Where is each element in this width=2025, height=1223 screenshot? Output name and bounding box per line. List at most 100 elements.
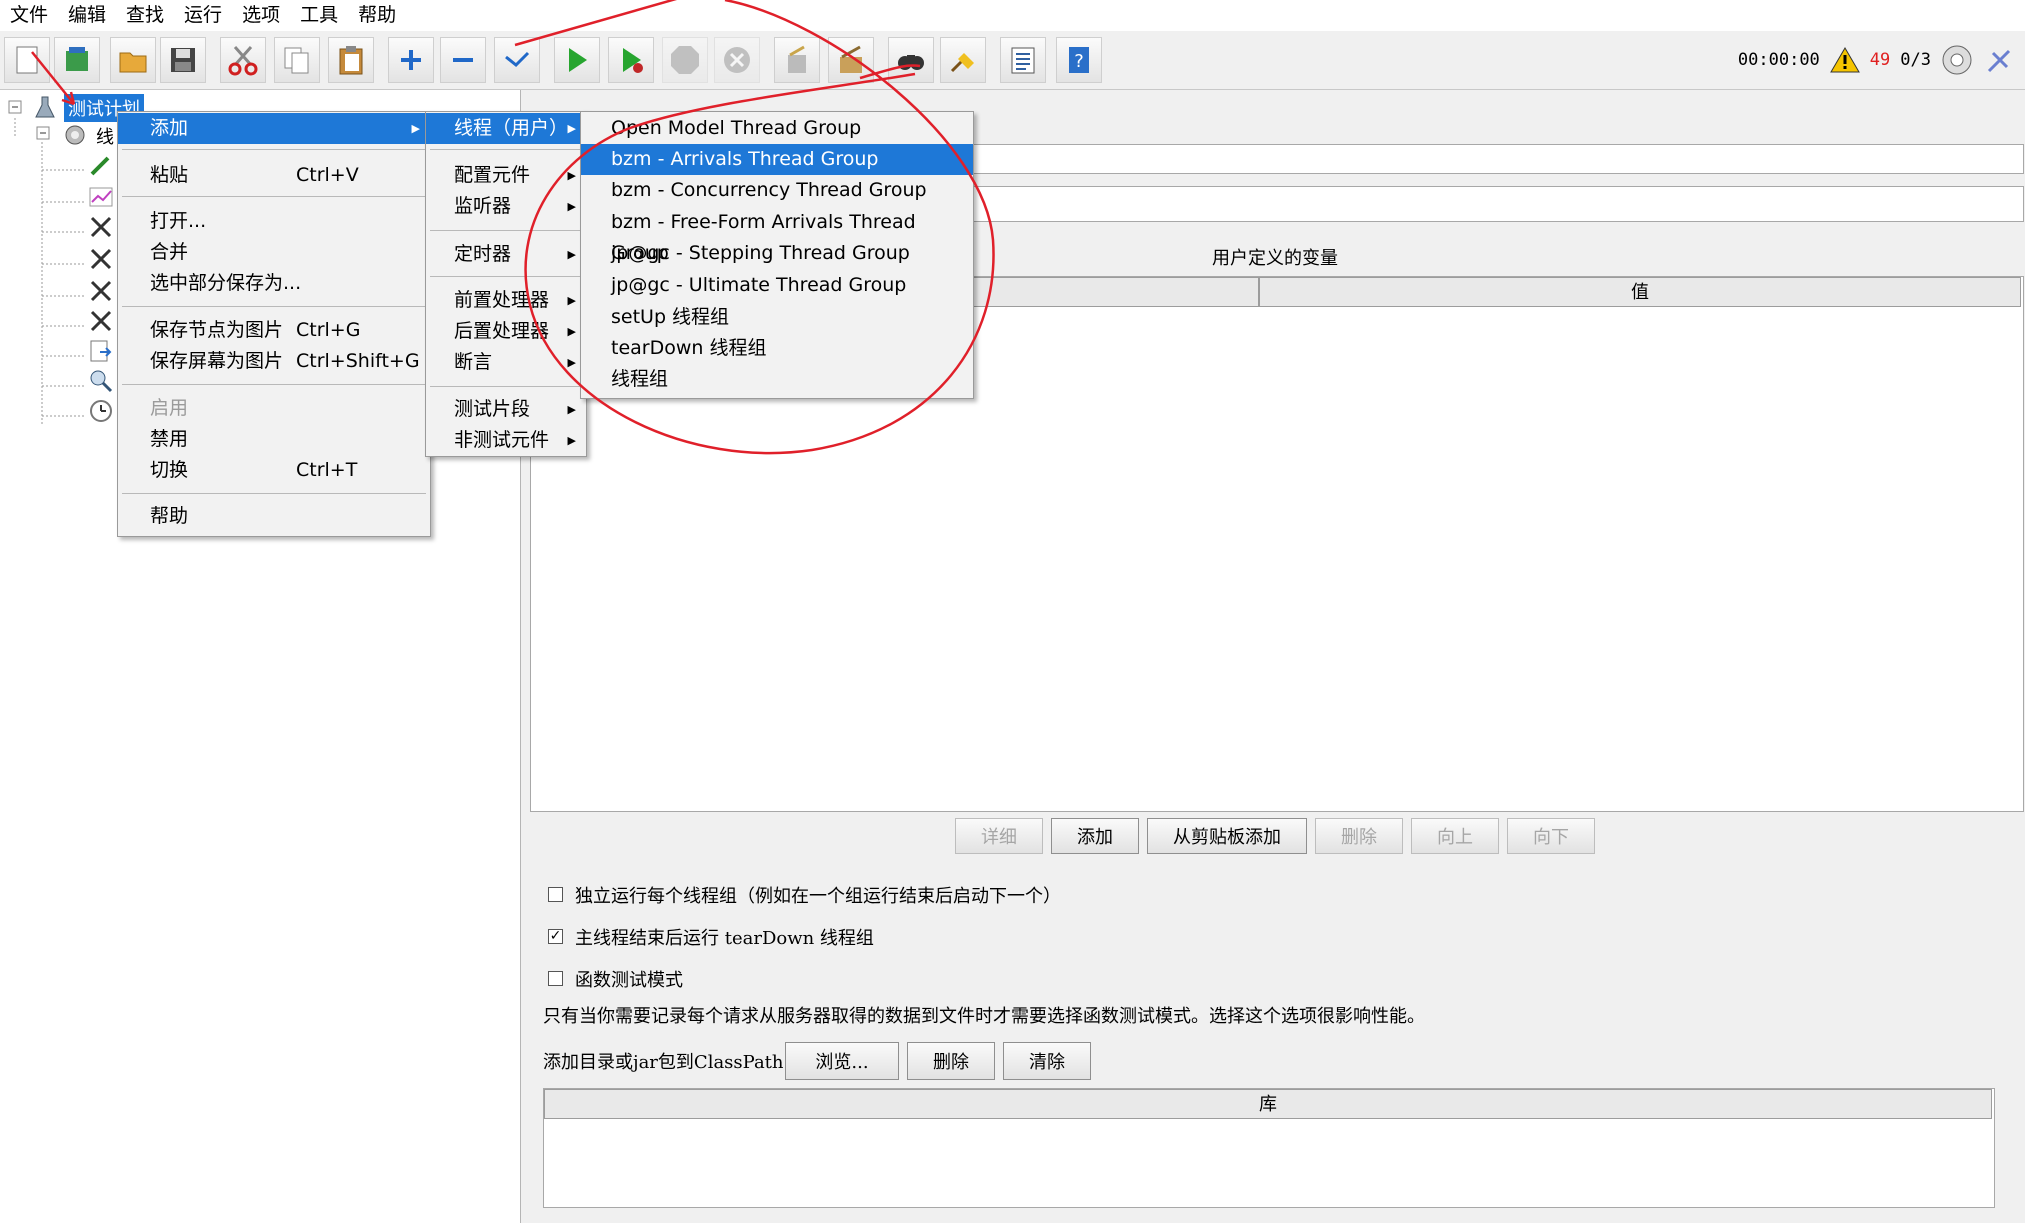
- thread-open-model[interactable]: Open Model Thread Group: [581, 113, 973, 144]
- copy-button[interactable]: [274, 37, 320, 83]
- warning-icon[interactable]: [1829, 46, 1860, 74]
- toggle-button[interactable]: [494, 37, 540, 83]
- submenu-non-test-elements[interactable]: 非测试元件 ▶: [426, 425, 586, 456]
- library-table[interactable]: 库: [543, 1088, 1995, 1208]
- menu-item-label: 定时器: [454, 243, 512, 265]
- move-down-button[interactable]: 向下: [1507, 818, 1595, 854]
- teardown-on-shutdown-checkbox[interactable]: ✓: [548, 929, 563, 944]
- submenu-arrow-icon: ▶: [567, 122, 576, 135]
- menu-options[interactable]: 选项: [232, 0, 290, 31]
- context-menu-merge[interactable]: 合并: [118, 237, 430, 268]
- remote-status-icon[interactable]: [1941, 44, 1973, 76]
- thread-bzm-free-form[interactable]: bzm - Free-Form Arrivals Thread Group: [581, 207, 973, 264]
- menu-item-label: 前置处理器: [454, 289, 550, 311]
- thread-bzm-concurrency[interactable]: bzm - Concurrency Thread Group: [581, 175, 973, 206]
- menu-item-label: 粘贴: [150, 164, 189, 186]
- open-button[interactable]: [110, 37, 156, 83]
- menu-item-label: 合并: [150, 241, 189, 263]
- remove-classpath-button[interactable]: 删除: [907, 1042, 995, 1080]
- start-button[interactable]: [554, 37, 600, 83]
- clear-button[interactable]: [774, 37, 820, 83]
- menu-item-label: 帮助: [150, 505, 189, 527]
- thread-teardown[interactable]: tearDown 线程组: [581, 333, 973, 364]
- submenu-listener[interactable]: 监听器 ▶: [426, 191, 586, 222]
- value-column-header[interactable]: 值: [1259, 277, 2021, 307]
- menu-file[interactable]: 文件: [0, 0, 58, 31]
- user-variables-title: 用户定义的变量: [1212, 248, 1338, 269]
- submenu-post-processor[interactable]: 后置处理器 ▶: [426, 316, 586, 347]
- menu-item-label: Open Model Thread Group: [611, 117, 862, 139]
- clear-all-icon: [840, 45, 862, 73]
- submenu-assertion[interactable]: 断言 ▶: [426, 347, 586, 378]
- context-menu-open[interactable]: 打开...: [118, 206, 430, 237]
- menu-separator: [430, 276, 582, 277]
- toggle-icon: [505, 51, 530, 68]
- move-up-button[interactable]: 向上: [1411, 818, 1499, 854]
- menu-bar: 文件 编辑 查找 运行 选项 工具 帮助: [0, 0, 2025, 31]
- clear-all-button[interactable]: [828, 37, 874, 83]
- cut-icon: [228, 46, 258, 76]
- clear-classpath-button[interactable]: 清除: [1003, 1042, 1091, 1080]
- thread-group-submenu: Open Model Thread Group bzm - Arrivals T…: [580, 111, 974, 399]
- context-menu-enable[interactable]: 启用: [118, 393, 430, 424]
- save-button[interactable]: [160, 37, 206, 83]
- new-button[interactable]: [4, 37, 50, 83]
- add-from-clipboard-button[interactable]: 从剪贴板添加: [1147, 818, 1307, 854]
- submenu-test-fragment[interactable]: 测试片段 ▶: [426, 394, 586, 425]
- menu-item-label: bzm - Concurrency Thread Group: [611, 179, 927, 201]
- search-button[interactable]: [888, 37, 934, 83]
- functional-mode-checkbox[interactable]: [548, 971, 563, 986]
- expand-button[interactable]: [388, 37, 434, 83]
- elapsed-timer: 00:00:00: [1737, 50, 1820, 70]
- browse-button[interactable]: 浏览...: [785, 1042, 899, 1080]
- library-column-header[interactable]: 库: [544, 1089, 1992, 1119]
- submenu-arrow-icon: ▶: [411, 122, 420, 135]
- context-menu-disable[interactable]: 禁用: [118, 424, 430, 455]
- active-threads: 0/3: [1900, 50, 1931, 70]
- function-helper-button[interactable]: [1000, 37, 1046, 83]
- stop-button[interactable]: [662, 37, 708, 83]
- paste-button[interactable]: [328, 37, 374, 83]
- thread-group[interactable]: 线程组: [581, 364, 973, 395]
- menu-item-label: 非测试元件: [454, 429, 550, 451]
- menu-item-label: 线程（用户）: [454, 117, 569, 139]
- submenu-threads[interactable]: 线程（用户） ▶: [426, 113, 586, 144]
- log-viewer-icon[interactable]: [1983, 43, 2017, 77]
- menu-separator: [122, 196, 426, 197]
- context-menu-save-selection[interactable]: 选中部分保存为...: [118, 268, 430, 299]
- thread-ultimate[interactable]: jp@gc - Ultimate Thread Group: [581, 270, 973, 301]
- reset-search-button[interactable]: [940, 37, 986, 83]
- add-button[interactable]: 添加: [1051, 818, 1139, 854]
- context-menu-paste[interactable]: 粘贴 Ctrl+V: [118, 160, 430, 191]
- menu-search[interactable]: 查找: [116, 0, 174, 31]
- context-menu-help[interactable]: 帮助: [118, 501, 430, 532]
- help-icon: ?: [1069, 47, 1089, 73]
- context-menu-add[interactable]: 添加 ▶: [118, 113, 430, 144]
- menu-help[interactable]: 帮助: [348, 0, 406, 31]
- context-menu-save-node-image[interactable]: 保存节点为图片 Ctrl+G: [118, 315, 430, 346]
- menu-item-label: 添加: [150, 117, 189, 139]
- templates-button[interactable]: [54, 37, 100, 83]
- context-menu-save-screen-image[interactable]: 保存屏幕为图片 Ctrl+Shift+G: [118, 346, 430, 377]
- submenu-timer[interactable]: 定时器 ▶: [426, 239, 586, 270]
- submenu-config-element[interactable]: 配置元件 ▶: [426, 160, 586, 191]
- help-button[interactable]: ?: [1056, 37, 1102, 83]
- menu-run[interactable]: 运行: [174, 0, 232, 31]
- thread-stepping[interactable]: jp@gc - Stepping Thread Group: [581, 238, 973, 269]
- delete-button[interactable]: 删除: [1315, 818, 1403, 854]
- context-menu-toggle[interactable]: 切换 Ctrl+T: [118, 455, 430, 486]
- cut-button[interactable]: [220, 37, 266, 83]
- start-no-pause-button[interactable]: [608, 37, 654, 83]
- detail-button[interactable]: 详细: [955, 818, 1043, 854]
- submenu-arrow-icon: ▶: [567, 434, 576, 447]
- thread-bzm-arrivals[interactable]: bzm - Arrivals Thread Group: [581, 144, 973, 175]
- serialize-thread-groups-checkbox[interactable]: [548, 887, 563, 902]
- submenu-pre-processor[interactable]: 前置处理器 ▶: [426, 285, 586, 316]
- menu-tools[interactable]: 工具: [290, 0, 348, 31]
- shutdown-button[interactable]: [714, 37, 760, 83]
- thread-setup[interactable]: setUp 线程组: [581, 302, 973, 333]
- collapse-button[interactable]: [440, 37, 486, 83]
- menu-separator: [122, 149, 426, 150]
- context-menu: 添加 ▶ 粘贴 Ctrl+V 打开... 合并 选中部分保存为... 保存节点为图片…: [117, 111, 431, 537]
- menu-edit[interactable]: 编辑: [58, 0, 116, 31]
